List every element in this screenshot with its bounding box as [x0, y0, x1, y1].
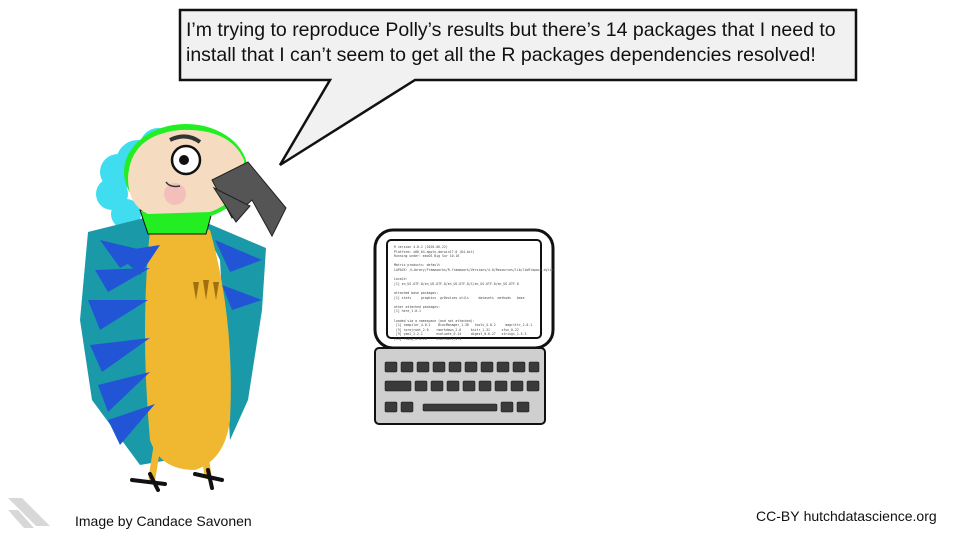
license-badge: CC-BY: [756, 508, 800, 524]
speech-bubble-text: I’m trying to reproduce Polly’s results …: [186, 19, 836, 66]
site-link[interactable]: hutchdatascience.org: [804, 508, 937, 524]
screen-line: LAPACK: /Library/Frameworks/R.framework/…: [394, 267, 554, 272]
screen-session-info: R version 4.0.2 (2020-06-22) Platform: x8…: [394, 245, 554, 341]
parrot-feet: [130, 468, 224, 492]
screen-line: [1] compiler_4.0.2 BiocManager_1.30 tool…: [394, 323, 533, 328]
parrot: [80, 124, 287, 492]
parrot-body: [145, 222, 231, 470]
hutch-logo-mark: [8, 498, 50, 528]
screen-line: [13] rlang_0.4.10 htmltools_0.5: [394, 336, 462, 341]
license-footer: CC-BY hutchdatascience.org: [756, 508, 937, 524]
image-credit: Image by Candace Savonen: [75, 513, 252, 529]
screen-line: [1] stats graphics grDevices utils datas…: [394, 295, 525, 300]
